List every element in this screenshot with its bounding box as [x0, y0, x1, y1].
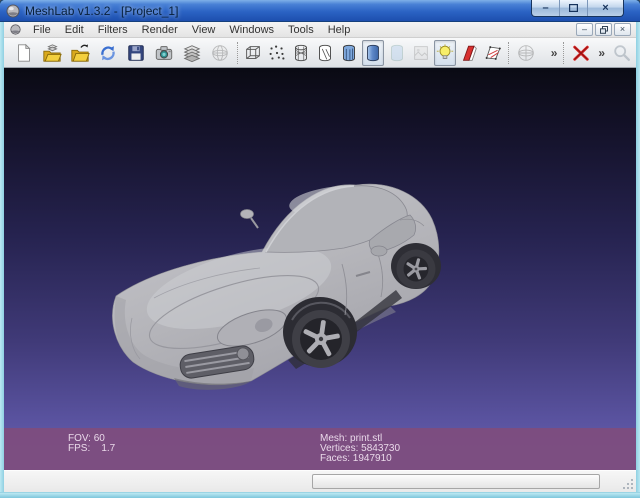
selected-face-rendering-button[interactable]	[482, 40, 504, 66]
window-border-right[interactable]	[636, 22, 640, 492]
open-project-button[interactable]	[39, 40, 65, 66]
faces-readout: Faces: 1947910	[320, 453, 392, 464]
points-icon	[269, 45, 285, 60]
search-magnifier-icon	[614, 44, 631, 61]
car-model-render	[112, 183, 441, 390]
menu-tools[interactable]: Tools	[281, 23, 321, 37]
window-title: MeshLab v1.3.2 - [Project_1]	[25, 3, 179, 18]
fps-readout: FPS: 1.7	[68, 443, 116, 454]
render-wireframe-button[interactable]	[290, 40, 312, 66]
hidden-lines-cylinder-icon	[318, 44, 331, 61]
progress-bar	[312, 474, 600, 489]
light-toggle-button[interactable]	[433, 39, 456, 66]
toolbar-overflow-chevron[interactable]: »	[548, 46, 561, 60]
toolbar-separator	[563, 41, 565, 64]
minimize-button[interactable]: –	[532, 0, 560, 16]
mdi-close-button[interactable]: ×	[614, 23, 631, 36]
wireframe-cylinder-icon	[294, 44, 307, 61]
maximize-icon	[569, 4, 578, 12]
smooth-cylinder-icon	[366, 44, 379, 61]
menu-windows[interactable]: Windows	[222, 23, 281, 37]
snapshot-button[interactable]	[151, 40, 177, 66]
menu-view[interactable]: View	[185, 23, 223, 37]
menubar: File Edit Filters Render View Windows To…	[4, 22, 636, 38]
backface-culling-button[interactable]	[458, 40, 480, 66]
open-project-folder-icon	[43, 43, 62, 62]
menu-file[interactable]: File	[26, 23, 58, 37]
mdi-window-controls: – ×	[576, 23, 631, 36]
render-bounding-box-button[interactable]	[242, 40, 264, 66]
delete-current-mesh-button[interactable]	[568, 40, 594, 66]
viewport-info-overlay: FOV: 60 FPS: 1.7 Mesh: print.stl Vertice…	[4, 428, 636, 470]
menu-edit[interactable]: Edit	[58, 23, 91, 37]
render-points-button[interactable]	[266, 40, 288, 66]
export-mesh-button[interactable]	[123, 40, 149, 66]
menu-help[interactable]: Help	[321, 23, 358, 37]
backface-wedge-icon	[462, 44, 477, 61]
texture-icon	[413, 45, 428, 60]
meshlab-logo-icon	[6, 4, 20, 17]
render-smooth-button[interactable]	[361, 39, 384, 66]
close-icon: ×	[602, 2, 609, 14]
reload-arrows-icon	[101, 45, 115, 60]
trackball-globe-button[interactable]	[513, 40, 539, 66]
toolbar-overflow-chevron[interactable]: »	[595, 46, 608, 60]
window-border-bottom[interactable]	[0, 492, 640, 498]
titlebar[interactable]: MeshLab v1.3.2 - [Project_1] – ×	[0, 0, 640, 22]
toolbar-separator	[507, 41, 509, 64]
flat-lines-cylinder-icon	[342, 44, 355, 61]
statusbar	[4, 470, 636, 492]
meshlab-window: MeshLab v1.3.2 - [Project_1] – × File Ed…	[0, 0, 640, 498]
mdi-child-icon	[10, 24, 21, 35]
menu-render[interactable]: Render	[135, 23, 185, 37]
mdi-minimize-button[interactable]: –	[576, 23, 593, 36]
new-empty-project-button[interactable]	[11, 40, 37, 66]
reload-mesh-button[interactable]	[95, 40, 121, 66]
show-trackball-button[interactable]	[207, 40, 233, 66]
trackball-globe-icon	[518, 44, 534, 61]
render-texture-button[interactable]	[410, 40, 432, 66]
mdi-minimize-icon: –	[581, 24, 587, 34]
3d-viewport[interactable]: FOV: 60 FPS: 1.7 Mesh: print.stl Vertice…	[4, 68, 636, 470]
close-button[interactable]: ×	[588, 0, 623, 16]
render-flat-lines-button[interactable]	[338, 40, 360, 66]
flat-cylinder-icon	[390, 44, 403, 61]
menu-filters[interactable]: Filters	[91, 23, 135, 37]
import-mesh-button[interactable]	[67, 40, 93, 66]
mdi-close-icon: ×	[619, 24, 626, 34]
toolbar: » »	[4, 38, 636, 68]
show-layer-dialog-button[interactable]	[179, 40, 205, 66]
mdi-restore-icon	[599, 25, 608, 34]
minimize-icon: –	[542, 2, 549, 14]
import-mesh-folder-icon	[71, 43, 90, 62]
save-floppy-icon	[128, 44, 144, 61]
globe-icon	[212, 44, 228, 61]
red-x-icon	[573, 45, 590, 61]
toolbar-separator	[236, 41, 238, 64]
selected-face-icon	[485, 45, 501, 60]
window-controls: – ×	[531, 0, 624, 17]
layers-stack-icon	[183, 44, 201, 62]
search-button[interactable]	[609, 40, 635, 66]
new-document-icon	[18, 43, 31, 62]
bounding-box-icon	[245, 45, 260, 59]
render-hidden-lines-button[interactable]	[314, 40, 336, 66]
resize-grip[interactable]	[622, 478, 634, 490]
camera-icon	[155, 45, 173, 60]
mdi-restore-button[interactable]	[595, 23, 612, 36]
render-flat-button[interactable]	[386, 40, 408, 66]
light-bulb-icon	[436, 43, 453, 59]
maximize-button[interactable]	[560, 0, 588, 16]
